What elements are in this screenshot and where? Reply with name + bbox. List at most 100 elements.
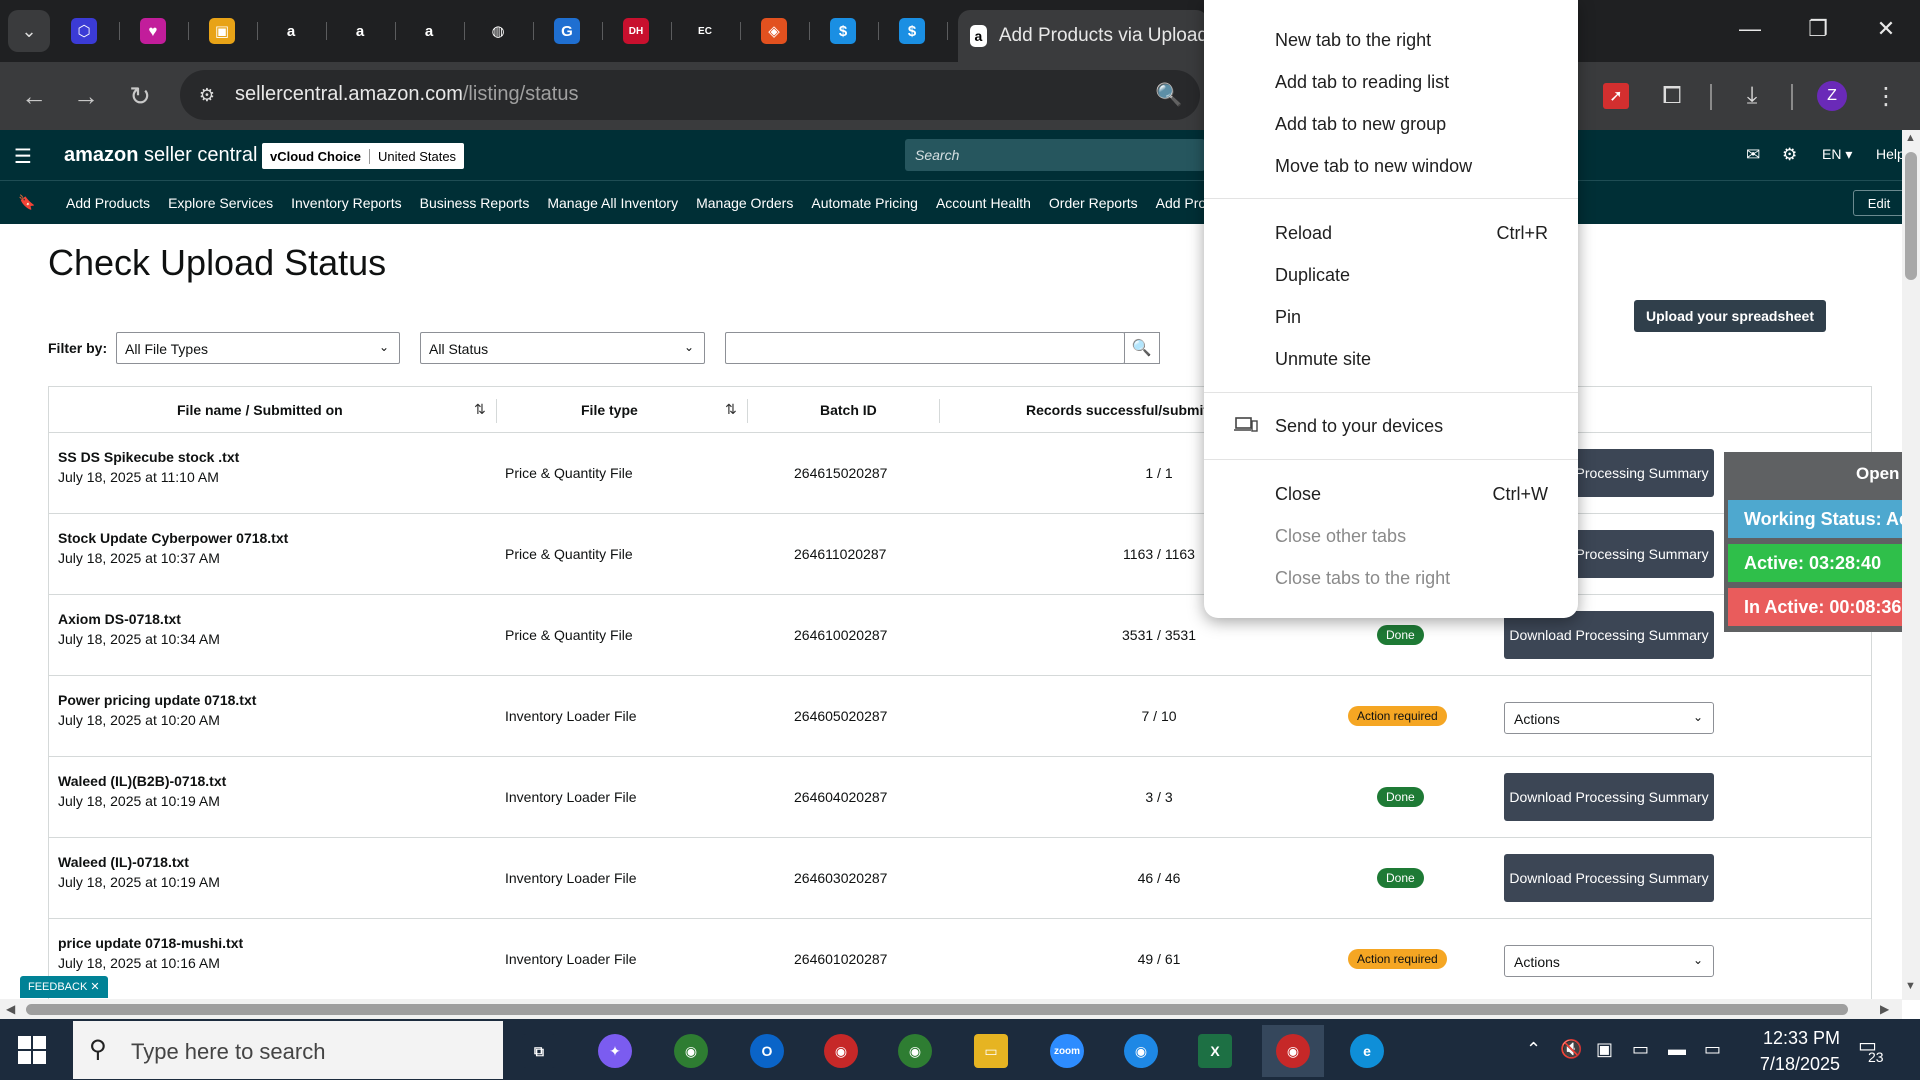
menu-move-new-window[interactable]: Move tab to new window xyxy=(1275,156,1472,177)
menu-add-reading-list[interactable]: Add tab to reading list xyxy=(1275,72,1449,93)
menu-duplicate[interactable]: Duplicate xyxy=(1275,265,1350,286)
menu-close-other-tabs[interactable]: Close other tabs xyxy=(1275,526,1406,547)
minimize-button[interactable]: — xyxy=(1716,0,1784,58)
seller-search-input[interactable]: Search xyxy=(905,139,1205,171)
pinned-tab[interactable]: $ xyxy=(825,14,879,48)
menu-close[interactable]: Close xyxy=(1275,484,1321,505)
taskbar-app[interactable]: ✦ xyxy=(584,1025,646,1077)
file-name[interactable]: SS DS Spikecube stock .txt xyxy=(58,447,239,467)
file-name[interactable]: Stock Update Cyberpower 0718.txt xyxy=(58,528,288,548)
download-icon[interactable]: ⤓ xyxy=(1730,74,1774,118)
upload-spreadsheet-button[interactable]: Upload your spreadsheet xyxy=(1634,300,1826,332)
windows-start-icon[interactable] xyxy=(18,1036,46,1064)
taskbar-app[interactable]: ⧉ xyxy=(508,1025,570,1077)
store-switcher[interactable]: vCloud Choice United States xyxy=(262,143,465,169)
actions-dropdown[interactable]: Actions ⌄ xyxy=(1504,945,1714,977)
taskbar-app[interactable]: zoom xyxy=(1036,1025,1098,1077)
taskbar-app[interactable]: ◉ xyxy=(810,1025,872,1077)
tab-active[interactable]: a Add Products via Upload xyxy=(958,10,1208,62)
file-name[interactable]: Axiom DS-0718.txt xyxy=(58,609,220,629)
nav-link[interactable]: Add Products xyxy=(66,195,150,211)
pinned-tab[interactable]: a xyxy=(342,14,396,48)
hamburger-menu-icon[interactable]: ☰ xyxy=(14,144,34,169)
pdf-extension-icon[interactable]: ➚ xyxy=(1594,74,1638,118)
zoom-icon[interactable]: 🔍 xyxy=(1155,82,1182,108)
nav-link[interactable]: Explore Services xyxy=(168,195,273,211)
file-name[interactable]: price update 0718-mushi.txt xyxy=(58,933,243,953)
pinned-tab[interactable]: G xyxy=(549,14,603,48)
taskbar-app[interactable]: e xyxy=(1336,1025,1398,1077)
taskbar-app[interactable]: X xyxy=(1184,1025,1246,1077)
menu-unmute-site[interactable]: Unmute site xyxy=(1275,349,1371,370)
status-filter[interactable]: All Status ⌄ xyxy=(420,332,705,364)
nav-link[interactable]: Account Health xyxy=(936,195,1031,211)
file-name[interactable]: Power pricing update 0718.txt xyxy=(58,690,256,710)
seller-central-logo[interactable]: amazon seller central xyxy=(64,144,257,167)
taskbar-search[interactable]: ⚲ Type here to search xyxy=(73,1021,503,1079)
browser-menu-icon[interactable]: ⋮ xyxy=(1864,74,1908,118)
feedback-button[interactable]: FEEDBACK ✕ xyxy=(20,976,108,998)
nav-link[interactable]: Business Reports xyxy=(420,195,530,211)
bookmark-icon[interactable]: 🔖 xyxy=(18,194,35,211)
pinned-tab[interactable]: ⬡ xyxy=(66,14,120,48)
download-summary-button[interactable]: Download Processing Summary xyxy=(1504,854,1714,902)
gear-icon[interactable]: ⚙ xyxy=(1782,145,1797,165)
actions-dropdown[interactable]: Actions ⌄ xyxy=(1504,702,1714,734)
forward-button[interactable]: → xyxy=(64,74,108,118)
scroll-left-icon[interactable]: ◀ xyxy=(6,1002,15,1016)
network-icon[interactable]: ▭ xyxy=(1704,1039,1721,1060)
nav-link[interactable]: Inventory Reports xyxy=(291,195,402,211)
reload-button[interactable]: ↻ xyxy=(118,74,162,118)
back-button[interactable]: ← xyxy=(12,74,56,118)
battery-icon[interactable]: ▬ xyxy=(1668,1039,1686,1060)
mail-icon[interactable]: ✉ xyxy=(1746,145,1760,165)
header-file-type[interactable]: File type xyxy=(581,402,638,418)
help-link[interactable]: Help xyxy=(1876,146,1905,162)
scroll-right-icon[interactable]: ▶ xyxy=(1880,1002,1889,1016)
nav-link[interactable]: Manage All Inventory xyxy=(547,195,678,211)
meet-icon[interactable]: ▣ xyxy=(1596,1039,1613,1060)
menu-close-tabs-right[interactable]: Close tabs to the right xyxy=(1275,568,1450,589)
taskbar-app[interactable]: ◉ xyxy=(660,1025,722,1077)
nav-link[interactable]: Order Reports xyxy=(1049,195,1138,211)
site-info-icon[interactable]: ⚙ xyxy=(194,82,220,108)
horizontal-scrollbar[interactable]: ◀ ▶ xyxy=(0,999,1902,1019)
scroll-thumb[interactable] xyxy=(26,1004,1848,1015)
nav-link[interactable]: Manage Orders xyxy=(696,195,793,211)
language-selector[interactable]: EN ▾ xyxy=(1822,146,1852,163)
taskbar-app[interactable]: ◉ xyxy=(884,1025,946,1077)
sort-icon[interactable]: ⇅ xyxy=(725,401,737,418)
restore-button[interactable]: ❐ xyxy=(1784,0,1852,58)
search-button[interactable]: 🔍 xyxy=(1124,332,1160,364)
file-type-filter[interactable]: All File Types ⌄ xyxy=(116,332,400,364)
menu-pin[interactable]: Pin xyxy=(1275,307,1301,328)
pinned-tab[interactable]: a xyxy=(273,14,327,48)
tab-search-button[interactable]: ⌄ xyxy=(8,10,50,52)
pinned-tab[interactable]: DH xyxy=(618,14,672,48)
menu-reload[interactable]: Reload xyxy=(1275,223,1332,244)
file-name[interactable]: Waleed (IL)-0718.txt xyxy=(58,852,220,872)
close-window-button[interactable]: ✕ xyxy=(1852,0,1920,58)
extensions-icon[interactable]: ⧠ xyxy=(1650,74,1694,118)
menu-send-devices[interactable]: Send to your devices xyxy=(1275,416,1443,437)
pinned-tab[interactable]: EC xyxy=(687,14,741,48)
scroll-thumb[interactable] xyxy=(1905,152,1917,280)
edit-nav-button[interactable]: Edit xyxy=(1853,190,1905,216)
taskbar-app[interactable]: ▭ xyxy=(960,1025,1022,1077)
vertical-scrollbar[interactable]: ▲ ▼ xyxy=(1902,130,1920,1000)
taskbar-clock[interactable]: 12:33 PM 7/18/2025 xyxy=(1748,1025,1840,1077)
upload-search-input[interactable] xyxy=(725,332,1125,364)
nav-link[interactable]: Automate Pricing xyxy=(811,195,918,211)
download-summary-button[interactable]: Download Processing Summary xyxy=(1504,611,1714,659)
chevron-up-icon[interactable]: ⌃ xyxy=(1526,1039,1541,1060)
pinned-tab[interactable]: ◈ xyxy=(756,14,810,48)
file-name[interactable]: Waleed (IL)(B2B)-0718.txt xyxy=(58,771,226,791)
taskbar-app[interactable]: O xyxy=(736,1025,798,1077)
download-summary-button[interactable]: Download Processing Summary xyxy=(1504,773,1714,821)
volume-muted-icon[interactable]: 🔇 xyxy=(1560,1039,1582,1060)
scroll-down-icon[interactable]: ▼ xyxy=(1905,980,1916,992)
taskbar-app[interactable]: ◉ xyxy=(1110,1025,1172,1077)
display-icon[interactable]: ▭ xyxy=(1632,1039,1649,1060)
address-bar[interactable]: ⚙ sellercentral.amazon.com/listing/statu… xyxy=(180,70,1200,120)
pinned-tab[interactable]: a xyxy=(411,14,465,48)
